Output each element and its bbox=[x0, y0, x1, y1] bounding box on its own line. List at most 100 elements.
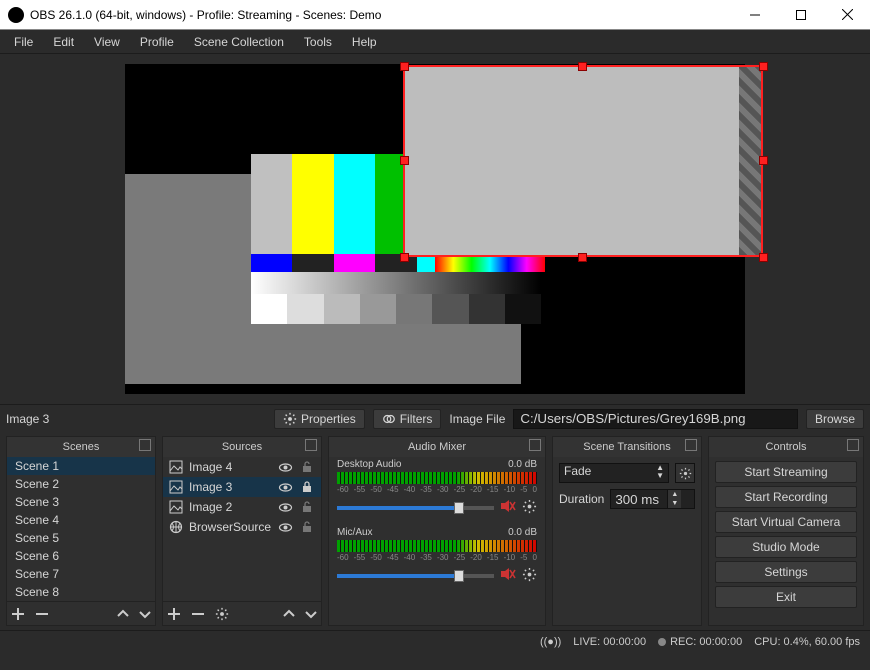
source-row[interactable]: BrowserSource bbox=[163, 517, 321, 537]
handle-tm[interactable] bbox=[578, 62, 587, 71]
scenes-dock: Scenes Scene 1Scene 2Scene 3Scene 4Scene… bbox=[6, 436, 156, 626]
handle-bm[interactable] bbox=[578, 253, 587, 262]
globe-icon bbox=[169, 520, 183, 534]
status-rec: REC: 00:00:00 bbox=[670, 636, 742, 648]
start-recording-button[interactable]: Start Recording bbox=[715, 486, 857, 508]
lock-toggle[interactable] bbox=[299, 519, 315, 535]
start-streaming-button[interactable]: Start Streaming bbox=[715, 461, 857, 483]
lock-toggle[interactable] bbox=[299, 479, 315, 495]
start-virtual-camera-button[interactable]: Start Virtual Camera bbox=[715, 511, 857, 533]
exit-button[interactable]: Exit bbox=[715, 586, 857, 608]
source-name: BrowserSource bbox=[189, 520, 271, 534]
handle-ml[interactable] bbox=[400, 156, 409, 165]
visibility-toggle[interactable] bbox=[277, 479, 293, 495]
lock-toggle[interactable] bbox=[299, 499, 315, 515]
broadcast-icon: ((●)) bbox=[540, 636, 561, 648]
visibility-toggle[interactable] bbox=[277, 459, 293, 475]
sources-dock: Sources Image 4Image 3Image 2BrowserSour… bbox=[162, 436, 322, 626]
scene-item[interactable]: Scene 4 bbox=[7, 511, 155, 529]
transition-settings-button[interactable] bbox=[675, 463, 695, 483]
source-row[interactable]: Image 3 bbox=[163, 477, 321, 497]
lock-toggle[interactable] bbox=[299, 459, 315, 475]
image-file-label: Image File bbox=[449, 412, 505, 426]
source-name: Image 4 bbox=[189, 460, 271, 474]
menu-view[interactable]: View bbox=[86, 33, 128, 51]
preview-canvas[interactable] bbox=[125, 64, 745, 394]
mute-button[interactable] bbox=[500, 498, 516, 517]
settings-button[interactable]: Settings bbox=[715, 561, 857, 583]
remove-scene-button[interactable] bbox=[35, 607, 49, 621]
scene-item[interactable]: Scene 7 bbox=[7, 565, 155, 583]
selection-outline[interactable] bbox=[403, 65, 763, 257]
menu-file[interactable]: File bbox=[6, 33, 41, 51]
image-file-input[interactable] bbox=[513, 409, 798, 429]
channel-level: 0.0 dB bbox=[508, 527, 537, 538]
mixer-channel: Desktop Audio0.0 dB-60-55-50-45-40-35-30… bbox=[329, 457, 545, 525]
scene-item[interactable]: Scene 8 bbox=[7, 583, 155, 601]
duration-input[interactable] bbox=[611, 490, 667, 508]
meter-ticks: -60-55-50-45-40-35-30-25-20-15-10-50 bbox=[337, 553, 537, 562]
window-title: OBS 26.1.0 (64-bit, windows) - Profile: … bbox=[30, 8, 732, 22]
scene-up-button[interactable] bbox=[117, 608, 129, 620]
channel-name: Mic/Aux bbox=[337, 527, 373, 538]
source-row[interactable]: Image 4 bbox=[163, 457, 321, 477]
duration-up-button[interactable]: ▲ bbox=[667, 490, 681, 499]
menu-profile[interactable]: Profile bbox=[132, 33, 182, 51]
preview-image-2 bbox=[125, 174, 251, 384]
browse-button[interactable]: Browse bbox=[806, 409, 864, 429]
handle-br[interactable] bbox=[759, 253, 768, 262]
mixer-popout-icon[interactable] bbox=[529, 439, 541, 451]
duration-down-button[interactable]: ▼ bbox=[667, 499, 681, 508]
handle-tl[interactable] bbox=[400, 62, 409, 71]
remove-source-button[interactable] bbox=[191, 607, 205, 621]
source-row[interactable]: Image 2 bbox=[163, 497, 321, 517]
visibility-toggle[interactable] bbox=[277, 519, 293, 535]
transition-select[interactable]: Fade ▲▼ bbox=[559, 463, 669, 483]
controls-header: Controls bbox=[709, 437, 863, 457]
add-source-button[interactable] bbox=[167, 607, 181, 621]
status-bar: ((●)) LIVE: 00:00:00 REC: 00:00:00 CPU: … bbox=[0, 630, 870, 652]
scene-item[interactable]: Scene 6 bbox=[7, 547, 155, 565]
scene-item[interactable]: Scene 2 bbox=[7, 475, 155, 493]
handle-mr[interactable] bbox=[759, 156, 768, 165]
menu-edit[interactable]: Edit bbox=[45, 33, 82, 51]
menu-scene-collection[interactable]: Scene Collection bbox=[186, 33, 292, 51]
handle-tr[interactable] bbox=[759, 62, 768, 71]
minimize-button[interactable] bbox=[732, 0, 778, 30]
sources-popout-icon[interactable] bbox=[305, 439, 317, 451]
scene-item[interactable]: Scene 5 bbox=[7, 529, 155, 547]
scenes-header: Scenes bbox=[7, 437, 155, 457]
transitions-popout-icon[interactable] bbox=[685, 439, 697, 451]
scenes-popout-icon[interactable] bbox=[139, 439, 151, 451]
source-settings-button[interactable] bbox=[215, 607, 229, 621]
add-scene-button[interactable] bbox=[11, 607, 25, 621]
close-button[interactable] bbox=[824, 0, 870, 30]
menu-tools[interactable]: Tools bbox=[296, 33, 340, 51]
volume-slider[interactable] bbox=[337, 574, 494, 578]
handle-bl[interactable] bbox=[400, 253, 409, 262]
channel-settings-button[interactable] bbox=[522, 499, 537, 517]
scene-item[interactable]: Scene 3 bbox=[7, 493, 155, 511]
filters-icon bbox=[382, 412, 396, 426]
controls-dock: Controls Start Streaming Start Recording S… bbox=[708, 436, 864, 626]
properties-button[interactable]: Properties bbox=[274, 409, 365, 429]
maximize-button[interactable] bbox=[778, 0, 824, 30]
source-down-button[interactable] bbox=[305, 608, 317, 620]
vu-meter bbox=[337, 540, 537, 552]
controls-popout-icon[interactable] bbox=[847, 439, 859, 451]
source-name: Image 3 bbox=[189, 480, 271, 494]
channel-settings-button[interactable] bbox=[522, 567, 537, 585]
scene-down-button[interactable] bbox=[139, 608, 151, 620]
selected-source-name: Image 3 bbox=[6, 412, 266, 426]
gear-icon bbox=[283, 412, 297, 426]
mute-button[interactable] bbox=[500, 566, 516, 585]
scene-item[interactable]: Scene 1 bbox=[7, 457, 155, 475]
mixer-header: Audio Mixer bbox=[329, 437, 545, 457]
source-up-button[interactable] bbox=[283, 608, 295, 620]
menu-help[interactable]: Help bbox=[344, 33, 385, 51]
studio-mode-button[interactable]: Studio Mode bbox=[715, 536, 857, 558]
visibility-toggle[interactable] bbox=[277, 499, 293, 515]
volume-slider[interactable] bbox=[337, 506, 494, 510]
filters-button[interactable]: Filters bbox=[373, 409, 442, 429]
vu-meter bbox=[337, 472, 537, 484]
